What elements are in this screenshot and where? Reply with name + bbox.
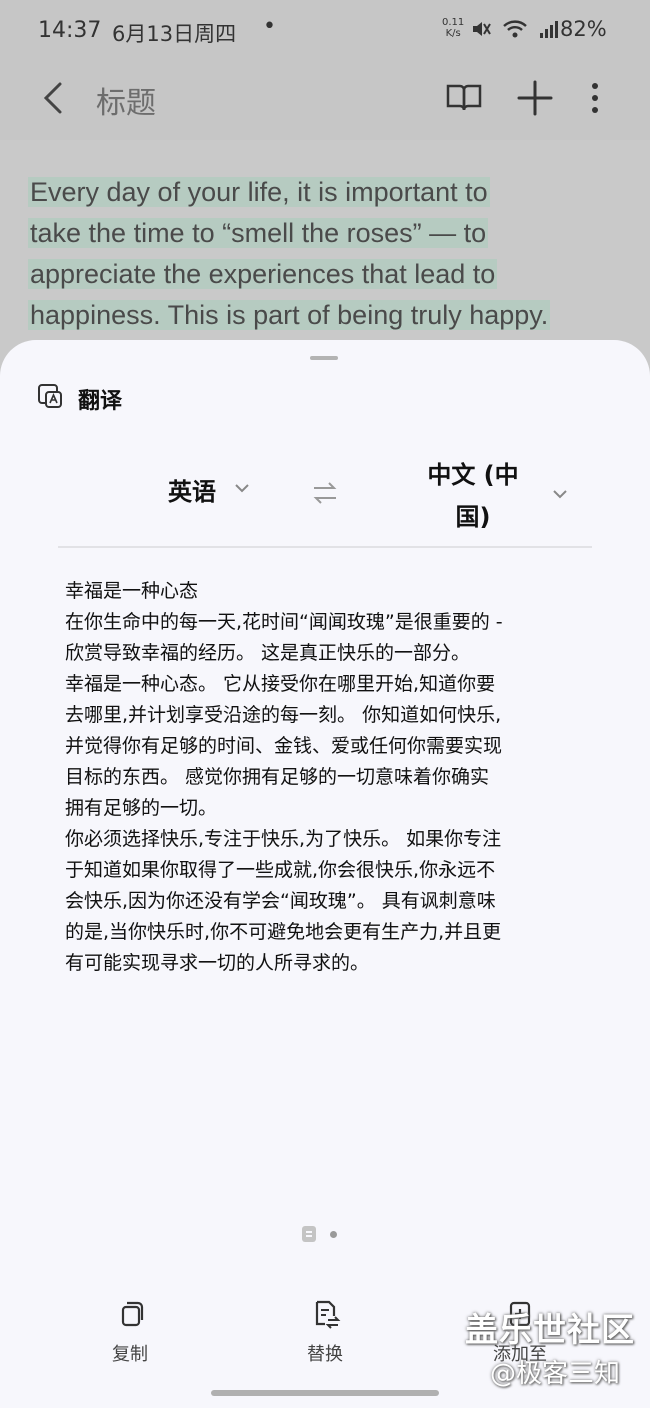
page-indicator-current (302, 1226, 316, 1242)
page-title[interactable]: 标题 (96, 78, 156, 122)
page-indicator-dot (330, 1230, 337, 1238)
source-language-select[interactable]: 英语 (168, 472, 216, 507)
copy-button[interactable]: 复制 (70, 1298, 190, 1366)
mute-icon (473, 22, 491, 36)
watermark-author: @极客三知 (490, 1359, 621, 1389)
watermark-community: 盖乐世社区 (465, 1310, 635, 1349)
page-indicator[interactable] (302, 1226, 337, 1242)
translation-line: 幸福是一种心态 (65, 580, 199, 602)
copy-icon (121, 1301, 144, 1327)
replace-button[interactable]: 替换 (265, 1298, 385, 1366)
sheet-drag-handle[interactable] (310, 356, 338, 360)
translation-line: 在你生命中的每一天,花时间“闻闻玫瑰”是很重要的 - (65, 611, 503, 633)
target-language-line: 中文 (中 (427, 461, 519, 489)
target-language-select[interactable]: 中文 (中 国) (418, 454, 528, 538)
copy-label: 复制 (112, 1344, 148, 1365)
translation-result: 幸福是一种心态 在你生命中的每一天,花时间“闻闻玫瑰”是很重要的 - 欣赏导致幸… (65, 576, 590, 979)
back-icon[interactable] (36, 78, 76, 118)
translation-line: 幸福是一种心态。 它从接受你在哪里开始,知道你要 (65, 673, 496, 695)
translation-line: 的是,当你快乐时,你不可避免地会更有生产力,并且更 (65, 921, 502, 943)
network-speed-unit: K/s (445, 28, 461, 39)
target-language-line: 国) (455, 503, 491, 531)
translation-line: 你必须选择快乐,专注于快乐,为了快乐。 如果你专注 (65, 828, 502, 850)
status-time: 14:37 (38, 18, 102, 43)
translation-line: 拥有足够的一切。 (65, 797, 218, 819)
note-text[interactable]: Every day of your life, it is important … (28, 172, 638, 336)
status-date: 6月13日周四 (112, 22, 237, 46)
translate-icon (38, 384, 62, 408)
translate-sheet: 翻译 英语 中文 (中 国) 幸福是一种心态 在你生命中的每一天,花时间“闻闻玫… (0, 340, 650, 1408)
wifi-icon (503, 20, 527, 38)
note-line: happiness. This is part of being truly h… (28, 300, 551, 330)
chevron-down-icon[interactable] (551, 488, 569, 500)
more-icon[interactable] (573, 76, 617, 120)
translation-line: 会快乐,因为你还没有学会“闻玫瑰”。 具有讽刺意味 (65, 890, 496, 912)
divider (58, 546, 592, 548)
app-bar: 标题 (0, 62, 650, 140)
swap-languages-icon[interactable] (310, 478, 340, 508)
translation-line: 有可能实现寻求一切的人所寻求的。 (65, 952, 370, 974)
translation-line: 欣赏导致幸福的经历。 这是真正快乐的一部分。 (65, 642, 471, 664)
network-speed-value: 0.11 (442, 17, 465, 28)
replace-label: 替换 (307, 1344, 343, 1365)
translation-line: 并觉得你有足够的时间、金钱、爱或任何你需要实现 (65, 735, 503, 757)
replace-icon (315, 1300, 341, 1329)
note-line: take the time to “smell the roses” — to (28, 218, 489, 248)
signal-icon (540, 21, 558, 38)
status-bar: 14:37 6月13日周四 • 0.11 K/s 82% (0, 0, 650, 62)
translation-line: 于知道如果你取得了一些成就,你会很快乐,你永远不 (65, 859, 496, 881)
sheet-title: 翻译 (78, 389, 123, 414)
notification-dot: • (263, 14, 276, 39)
plus-icon[interactable] (513, 76, 557, 120)
chevron-down-icon[interactable] (233, 482, 251, 494)
note-line: Every day of your life, it is important … (28, 177, 490, 207)
translation-line: 目标的东西。 感觉你拥有足够的一切意味着你确实 (65, 766, 490, 788)
note-line: appreciate the experiences that lead to (28, 259, 498, 289)
translation-line: 去哪里,并计划享受沿途的每一刻。 你知道如何快乐, (65, 704, 502, 726)
home-gesture-bar[interactable] (211, 1390, 439, 1396)
language-selector-row: 英语 中文 (中 国) (0, 450, 650, 540)
book-icon[interactable] (442, 76, 486, 120)
network-speed: 0.11 K/s (442, 17, 464, 39)
battery-level: 82% (560, 17, 607, 41)
